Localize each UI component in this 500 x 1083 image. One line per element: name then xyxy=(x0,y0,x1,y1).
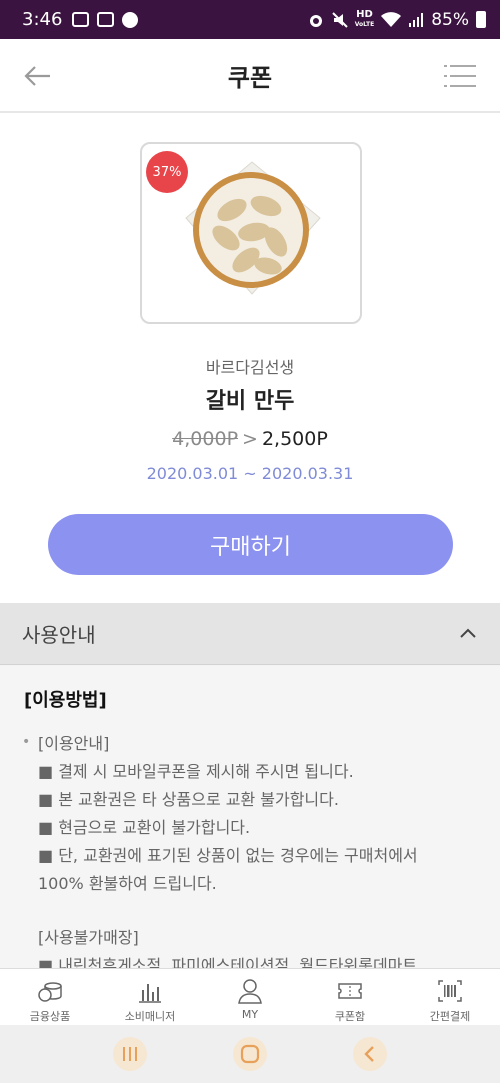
discount-badge: 37% xyxy=(146,151,188,193)
usage-line: ■ 현금으로 교환이 불가합니다. xyxy=(38,818,251,837)
price-line: 4,000P >2,500P xyxy=(0,428,500,450)
tab-label: 금융상품 xyxy=(29,1010,71,1023)
alarm-icon xyxy=(309,14,322,27)
usage-line: [이용안내] xyxy=(38,734,110,753)
tab-my[interactable]: MY xyxy=(200,969,300,1025)
product-name: 갈비 만두 xyxy=(205,389,295,414)
usage-bullet: • xyxy=(22,734,31,750)
buy-button[interactable]: 구매하기 xyxy=(48,514,453,575)
bar-chart-icon xyxy=(139,984,161,1003)
notification-icon xyxy=(72,12,90,27)
system-nav-bar xyxy=(0,1025,500,1083)
coupon-detail: 37% 바르다김선생 갈비 만두 4,000P >2,500P 2020.03.0… xyxy=(0,113,500,603)
barcode-icon xyxy=(438,980,462,1002)
list-menu-icon[interactable] xyxy=(444,63,476,89)
tab-spending-manager[interactable]: 소비매니저 xyxy=(100,969,200,1025)
gallery-icon xyxy=(97,12,115,27)
status-notification-icons xyxy=(72,11,139,28)
home-button[interactable] xyxy=(233,1037,267,1071)
recent-apps-button[interactable] xyxy=(113,1037,147,1071)
coins-icon xyxy=(38,982,62,1002)
app-header: 쿠폰 xyxy=(0,39,500,113)
product-image-frame: 37% xyxy=(140,142,362,324)
usage-method-heading: [이용방법] xyxy=(24,690,107,711)
usage-guide-toggle[interactable]: 사용안내 xyxy=(0,603,500,665)
tab-coupon-box[interactable]: 쿠폰함 xyxy=(300,969,400,1025)
battery-icon xyxy=(476,11,486,28)
original-price: 4,000P xyxy=(172,428,239,450)
tab-label: 소비매니저 xyxy=(124,1010,176,1023)
play-icon xyxy=(122,11,139,28)
valid-period: 2020.03.01 ~ 2020.03.31 xyxy=(146,464,354,483)
usage-line: [사용불가매장] xyxy=(38,928,139,947)
tab-label: MY xyxy=(241,1008,259,1021)
brand-name: 바르다김선생 xyxy=(205,358,295,377)
back-button[interactable] xyxy=(353,1037,387,1071)
usage-line: ■ 본 교환권은 타 상품으로 교환 불가합니다. xyxy=(38,790,339,809)
back-chevron-icon xyxy=(364,1046,374,1062)
usage-line: ■ 내린천휴게소점, 파미에스테이션점, 월드타워롯데마트 xyxy=(38,956,418,968)
home-icon xyxy=(240,1044,260,1064)
tab-label: 간편결제 xyxy=(429,1010,471,1023)
tab-financial-products[interactable]: 금융상품 xyxy=(0,969,100,1025)
chevron-up-icon[interactable] xyxy=(458,623,478,643)
battery-percent: 85% xyxy=(431,9,469,30)
usage-guide-title: 사용안내 xyxy=(22,623,96,647)
user-icon xyxy=(238,979,262,1004)
hd-voice-label: HD VoLTE xyxy=(354,9,375,29)
sale-price: 2,500P xyxy=(261,428,328,450)
usage-line: 100% 환불하여 드립니다. xyxy=(38,874,217,893)
bottom-tab-bar: 금융상품 소비매니저 MY 쿠폰함 간편결제 xyxy=(0,968,500,1025)
page-title: 쿠폰 xyxy=(227,63,273,92)
status-bar: 3:46 HD VoLTE 85% xyxy=(0,0,500,39)
signal-icon xyxy=(409,12,424,27)
back-arrow-icon[interactable] xyxy=(22,61,52,91)
ticket-icon xyxy=(338,983,362,999)
usage-guide-content: [이용방법] • [이용안내] ■ 결제 시 모바일쿠폰을 제시해 주시면 됩니… xyxy=(0,666,500,968)
wifi-icon xyxy=(381,11,402,27)
usage-line: ■ 단, 교환권에 표기된 상품이 없는 경우에는 구매처에서 xyxy=(38,846,418,865)
tab-label: 쿠폰함 xyxy=(334,1010,366,1023)
recent-apps-icon xyxy=(123,1047,137,1061)
mute-icon xyxy=(332,11,348,28)
price-separator: > xyxy=(242,428,258,450)
status-time: 3:46 xyxy=(22,9,63,30)
usage-line: ■ 결제 시 모바일쿠폰을 제시해 주시면 됩니다. xyxy=(38,762,354,781)
tab-easy-pay[interactable]: 간편결제 xyxy=(400,969,500,1025)
